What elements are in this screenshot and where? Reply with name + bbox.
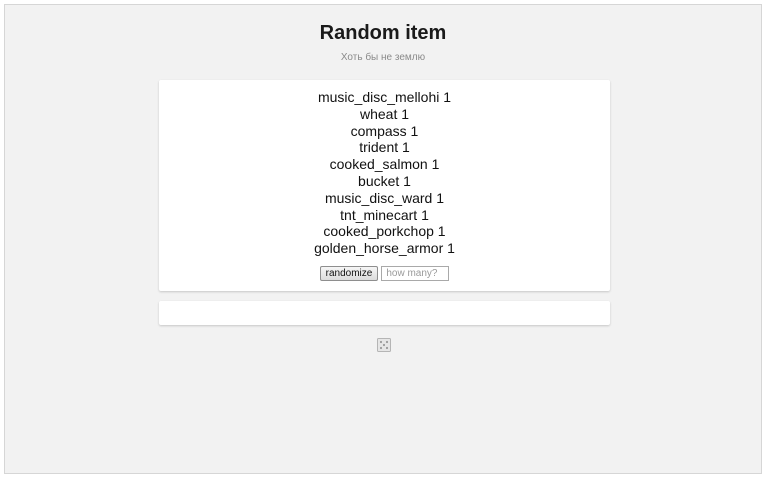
results-card: music_disc_mellohi 1 wheat 1 compass 1 t… (159, 80, 610, 291)
dice-icon[interactable] (377, 338, 391, 352)
randomize-button[interactable]: randomize (319, 266, 379, 281)
list-item: music_disc_ward 1 (324, 189, 445, 206)
list-item: tnt_minecart 1 (340, 206, 429, 223)
list-item: compass 1 (350, 122, 419, 139)
list-item: cooked_salmon 1 (329, 156, 440, 173)
list-item: music_disc_mellohi 1 (317, 89, 452, 105)
list-item: trident 1 (359, 139, 410, 156)
page-frame: Random item Хоть бы не землю music_disc_… (4, 4, 762, 474)
controls-row: randomize (159, 266, 610, 281)
count-input[interactable] (381, 266, 450, 281)
list-item: bucket 1 (358, 172, 411, 189)
item-list: music_disc_mellohi 1 wheat 1 compass 1 t… (159, 89, 610, 257)
list-item: cooked_porkchop 1 (323, 223, 446, 240)
secondary-card (159, 301, 610, 325)
page-title: Random item (319, 22, 447, 44)
list-item: golden_horse_armor 1 (314, 240, 455, 257)
page-subtitle: Хоть бы не землю (340, 52, 426, 63)
list-item: wheat 1 (359, 105, 410, 122)
